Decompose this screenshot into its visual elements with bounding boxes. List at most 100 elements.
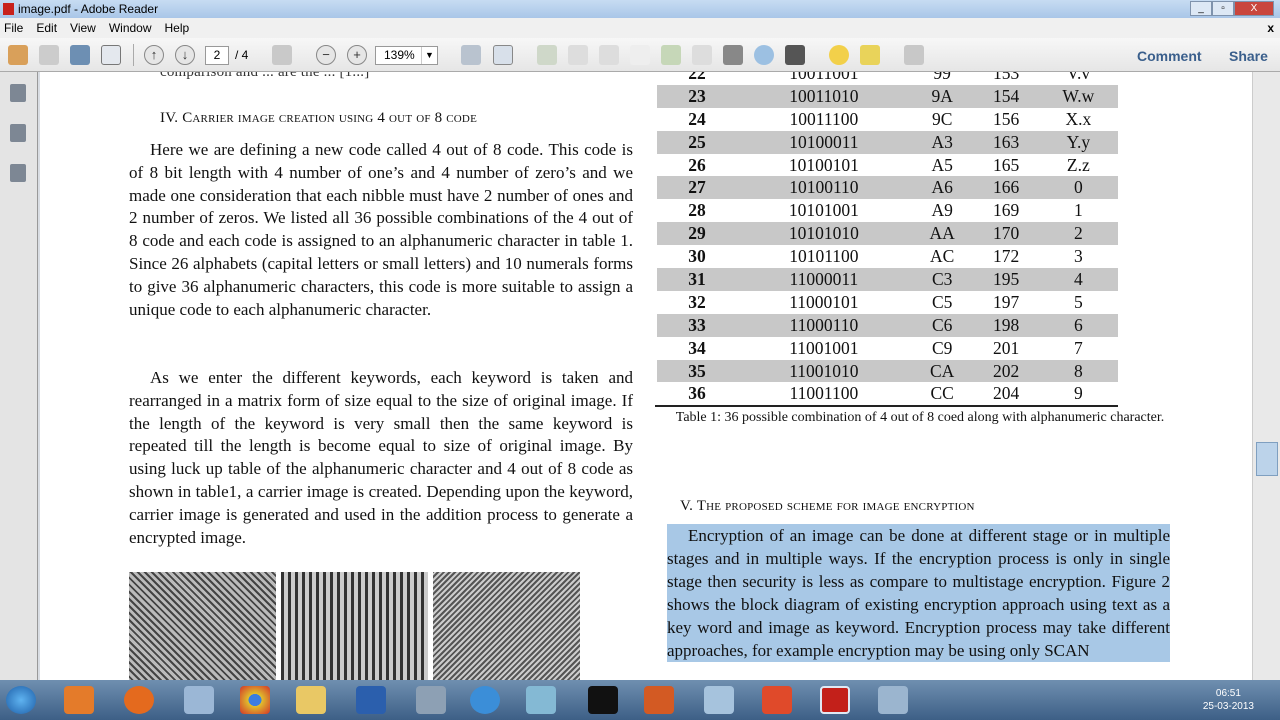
start-button[interactable] [6, 686, 36, 714]
app2-icon[interactable] [526, 686, 556, 714]
rotate-right-icon[interactable] [599, 45, 619, 65]
sign-icon[interactable] [537, 45, 557, 65]
save-icon[interactable] [39, 45, 59, 65]
character: Y.y [1038, 130, 1118, 154]
character: X.x [1065, 108, 1092, 129]
fit-page-icon[interactable] [461, 45, 481, 65]
full-screen-icon[interactable] [904, 45, 924, 65]
previous-page-button[interactable]: ↑ [144, 45, 164, 65]
minimize-button[interactable]: _ [1190, 1, 1212, 16]
zoom-out-button[interactable]: − [316, 45, 336, 65]
app-icon[interactable] [416, 686, 446, 714]
chrome-icon[interactable] [240, 686, 270, 714]
binary-code: 11000011 [737, 268, 911, 291]
copy-icon[interactable] [661, 45, 681, 65]
search-icon[interactable] [754, 45, 774, 65]
menu-help[interactable]: Help [165, 18, 190, 38]
paste-icon[interactable] [692, 45, 712, 65]
firefox-icon[interactable] [124, 686, 154, 714]
carrier-image-3 [433, 572, 580, 680]
binoculars-icon[interactable] [785, 45, 805, 65]
page-number-input[interactable]: 2 [205, 46, 229, 65]
folder-icon[interactable] [296, 686, 326, 714]
decimal-code: 170 [973, 222, 1039, 246]
internet-explorer-icon[interactable] [470, 686, 500, 714]
word-icon[interactable] [356, 686, 386, 714]
character: 5 [1073, 291, 1083, 312]
decimal-code: 165 [992, 154, 1020, 175]
matlab-icon[interactable] [644, 686, 674, 714]
row-number: 26 [688, 154, 706, 175]
media-player-icon[interactable] [64, 686, 94, 714]
email-icon[interactable] [101, 45, 121, 65]
menu-bar: File Edit View Window Help x [0, 18, 1280, 38]
fit-width-icon[interactable] [493, 45, 513, 65]
paint-icon[interactable] [704, 686, 734, 714]
scroll-thumb[interactable] [1256, 442, 1278, 476]
menu-window[interactable]: Window [109, 18, 152, 38]
hex-code: CA [910, 359, 974, 383]
command-prompt-icon[interactable] [588, 686, 618, 714]
row-number: 22 [688, 72, 706, 83]
menu-view[interactable]: View [70, 18, 96, 38]
table-caption: Table 1: 36 possible combination of 4 ou… [675, 410, 1165, 425]
next-page-button[interactable]: ↓ [175, 45, 195, 65]
carrier-image-2 [281, 572, 428, 680]
zoom-in-button[interactable]: + [347, 45, 367, 65]
window-title: image.pdf - Adobe Reader [18, 2, 159, 16]
section-4-title: IV. Carrier image creation using 4 out o… [160, 110, 477, 126]
pages-icon[interactable] [10, 84, 26, 102]
character: 2 [1038, 222, 1118, 246]
decimal-code: 166 [973, 176, 1039, 200]
sticky-note-icon[interactable] [829, 45, 849, 65]
highlight-text-icon[interactable] [860, 45, 880, 65]
create-pdf-icon[interactable] [8, 45, 28, 65]
title-bar: image.pdf - Adobe Reader _ ▫ X [0, 0, 1280, 18]
character: 8 [1038, 359, 1118, 383]
code-table: 22 10011001 99 153 V.v 23 10011010 9A 154 W.w 24 10… [657, 72, 1118, 405]
menu-edit[interactable]: Edit [36, 18, 57, 38]
binary-code: 11000101 [789, 291, 859, 312]
snapshot-icon[interactable] [723, 45, 743, 65]
adobe-reader-taskbar-icon[interactable] [820, 686, 850, 714]
share-button[interactable]: Share [1229, 48, 1268, 64]
binary-code: 10100011 [737, 130, 911, 154]
clock-time: 06:51 [1215, 688, 1241, 699]
rotate-left-icon[interactable] [568, 45, 588, 65]
decimal-code: 153 [992, 72, 1020, 83]
selected-paragraph-3[interactable]: Encryption of an image can be done at di… [667, 524, 1170, 662]
paragraph-2: As we enter the different keywords, each… [129, 368, 633, 547]
hex-code: C9 [931, 337, 953, 358]
table-row: 28 10101001 A9 169 1 [657, 199, 1118, 222]
binary-code: 11001010 [737, 359, 911, 383]
close-button[interactable]: X [1234, 1, 1274, 16]
layers-icon[interactable] [10, 164, 26, 182]
explorer-icon[interactable] [184, 686, 214, 714]
attachments-icon[interactable] [10, 124, 26, 142]
character: V.v [1066, 72, 1091, 83]
zoom-select[interactable]: 139% ▼ [375, 46, 438, 65]
binary-code: 10101010 [737, 222, 911, 246]
table-row: 31 11000011 C3 195 4 [657, 268, 1118, 291]
row-number: 34 [688, 337, 706, 358]
vertical-scrollbar[interactable] [1252, 72, 1280, 680]
table-row: 34 11001001 C9 201 7 [657, 337, 1118, 360]
comment-button[interactable]: Comment [1137, 48, 1202, 64]
hex-code: C3 [910, 268, 974, 291]
paragraph-1: Here we are defining a new code called 4… [129, 140, 633, 319]
office-icon[interactable] [762, 686, 792, 714]
close-document-icon[interactable]: x [1267, 18, 1274, 38]
zoom-value: 139% [384, 48, 415, 62]
decimal-code: 172 [992, 246, 1020, 267]
decimal-code: 163 [973, 130, 1039, 154]
table-row: 32 11000101 C5 197 5 [657, 291, 1118, 314]
table-row: 36 11001100 CC 204 9 [657, 382, 1118, 405]
select-tool-icon[interactable] [272, 45, 292, 65]
maximize-button[interactable]: ▫ [1212, 1, 1234, 16]
cut-icon[interactable] [630, 45, 650, 65]
menu-file[interactable]: File [4, 18, 23, 38]
clock[interactable]: 06:51 25-03-2013 [1203, 687, 1254, 713]
toolbar: ↑ ↓ 2 / 4 − + 139% ▼ Comment Share [0, 38, 1280, 72]
print-icon[interactable] [70, 45, 90, 65]
tools-icon[interactable] [878, 686, 908, 714]
